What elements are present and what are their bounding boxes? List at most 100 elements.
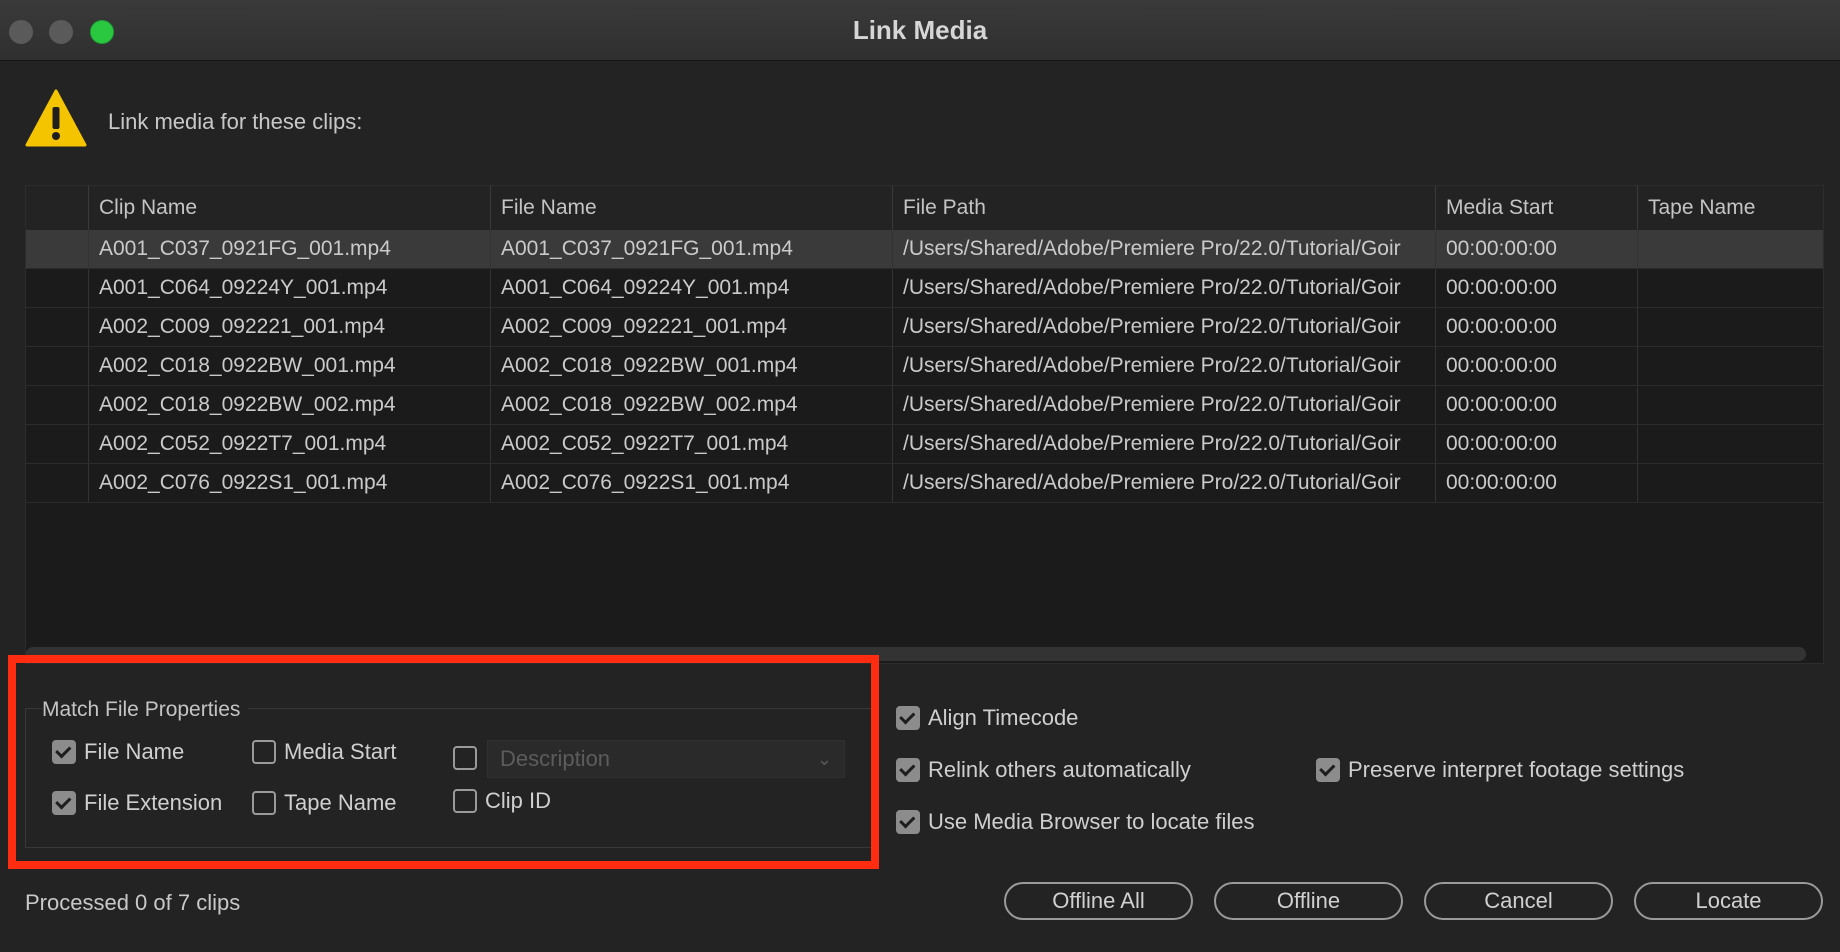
file-name-cell: A002_C018_0922BW_001.mp4 [490, 347, 892, 385]
table-body: A001_C037_0921FG_001.mp4 A001_C037_0921FG… [26, 230, 1823, 503]
clip-name-cell: A002_C009_092221_001.mp4 [88, 308, 490, 346]
media-start-cell: 00:00:00:00 [1435, 464, 1637, 502]
row-index-cell [26, 425, 88, 463]
clip-name-cell: A001_C037_0921FG_001.mp4 [88, 230, 490, 268]
column-header-clip-name[interactable]: Clip Name [88, 186, 490, 230]
checkbox-label: Media Start [284, 739, 397, 764]
media-start-cell: 00:00:00:00 [1435, 269, 1637, 307]
tape-name-cell [1637, 230, 1823, 268]
tape-name-cell [1637, 464, 1823, 502]
tape-name-cell [1637, 308, 1823, 346]
checkbox-label: Align Timecode [928, 705, 1079, 730]
dropdown-value: Description [500, 746, 611, 771]
media-start-cell: 00:00:00:00 [1435, 230, 1637, 268]
tape-name-checkbox[interactable]: Tape Name [252, 788, 397, 818]
file-name-cell: A002_C009_092221_001.mp4 [490, 308, 892, 346]
offline-all-button[interactable]: Offline All [1004, 882, 1193, 920]
align-timecode-checkbox[interactable]: Align Timecode [896, 703, 1078, 733]
checkbox-box[interactable] [453, 746, 477, 770]
clip-name-cell: A002_C018_0922BW_001.mp4 [88, 347, 490, 385]
table-row[interactable]: A002_C009_092221_001.mp4 A002_C009_092221… [26, 308, 1823, 347]
clip-name-cell: A002_C076_0922S1_001.mp4 [88, 464, 490, 502]
row-index-cell [26, 464, 88, 502]
column-header-media-start[interactable]: Media Start [1435, 186, 1637, 230]
title-bar: Link Media [0, 0, 1840, 61]
description-dropdown: Description ⌄ [487, 740, 845, 778]
file-path-cell: /Users/Shared/Adobe/Premiere Pro/22.0/Tu… [892, 464, 1435, 502]
clips-table: Clip Name File Name File Path Media Star… [25, 185, 1824, 664]
file-name-cell: A002_C018_0922BW_002.mp4 [490, 386, 892, 424]
media-start-cell: 00:00:00:00 [1435, 347, 1637, 385]
cancel-button[interactable]: Cancel [1424, 882, 1613, 920]
column-header-index[interactable] [26, 186, 88, 230]
checkbox-box[interactable] [896, 706, 920, 730]
checkbox-box[interactable] [896, 810, 920, 834]
table-row[interactable]: A002_C076_0922S1_001.mp4 A002_C076_0922S1… [26, 464, 1823, 503]
file-extension-checkbox[interactable]: File Extension [52, 788, 222, 818]
row-index-cell [26, 347, 88, 385]
checkbox-box[interactable] [52, 791, 76, 815]
clip-name-cell: A001_C064_09224Y_001.mp4 [88, 269, 490, 307]
table-row[interactable]: A001_C037_0921FG_001.mp4 A001_C037_0921FG… [26, 230, 1823, 269]
table-row[interactable]: A002_C018_0922BW_001.mp4 A002_C018_0922BW… [26, 347, 1823, 386]
checkbox-box[interactable] [52, 740, 76, 764]
file-path-cell: /Users/Shared/Adobe/Premiere Pro/22.0/Tu… [892, 269, 1435, 307]
file-path-cell: /Users/Shared/Adobe/Premiere Pro/22.0/Tu… [892, 386, 1435, 424]
locate-button[interactable]: Locate [1634, 882, 1823, 920]
checkbox-label: Relink others automatically [928, 757, 1191, 782]
table-row[interactable]: A002_C052_0922T7_001.mp4 A002_C052_0922T7… [26, 425, 1823, 464]
media-start-cell: 00:00:00:00 [1435, 386, 1637, 424]
offline-button[interactable]: Offline [1214, 882, 1403, 920]
description-checkbox[interactable] [453, 743, 485, 773]
column-header-file-name[interactable]: File Name [490, 186, 892, 230]
table-row[interactable]: A001_C064_09224Y_001.mp4 A001_C064_09224Y… [26, 269, 1823, 308]
row-index-cell [26, 269, 88, 307]
match-file-properties-title: Match File Properties [42, 698, 249, 722]
checkbox-label: Tape Name [284, 790, 397, 815]
warning-icon [25, 89, 87, 147]
file-path-cell: /Users/Shared/Adobe/Premiere Pro/22.0/Tu… [892, 230, 1435, 268]
clip-name-cell: A002_C018_0922BW_002.mp4 [88, 386, 490, 424]
file-name-cell: A001_C037_0921FG_001.mp4 [490, 230, 892, 268]
clip-name-cell: A002_C052_0922T7_001.mp4 [88, 425, 490, 463]
checkbox-label: File Extension [84, 790, 223, 815]
checkbox-box[interactable] [252, 791, 276, 815]
use-media-browser-checkbox[interactable]: Use Media Browser to locate files [896, 807, 1254, 837]
row-index-cell [26, 230, 88, 268]
table-row[interactable]: A002_C018_0922BW_002.mp4 A002_C018_0922BW… [26, 386, 1823, 425]
column-header-file-path[interactable]: File Path [892, 186, 1435, 230]
file-name-cell: A001_C064_09224Y_001.mp4 [490, 269, 892, 307]
file-path-cell: /Users/Shared/Adobe/Premiere Pro/22.0/Tu… [892, 347, 1435, 385]
horizontal-scrollbar[interactable] [26, 647, 1806, 661]
media-start-checkbox[interactable]: Media Start [252, 737, 397, 767]
tape-name-cell [1637, 386, 1823, 424]
media-start-cell: 00:00:00:00 [1435, 308, 1637, 346]
tape-name-cell [1637, 269, 1823, 307]
file-path-cell: /Users/Shared/Adobe/Premiere Pro/22.0/Tu… [892, 308, 1435, 346]
column-header-tape-name[interactable]: Tape Name [1637, 186, 1823, 230]
link-media-dialog: Link media for these clips: Clip Name Fi… [0, 61, 1840, 952]
checkbox-box[interactable] [252, 740, 276, 764]
checkbox-label: Clip ID [485, 788, 552, 813]
file-name-checkbox[interactable]: File Name [52, 737, 184, 767]
status-text: Processed 0 of 7 clips [25, 890, 241, 915]
media-start-cell: 00:00:00:00 [1435, 425, 1637, 463]
checkbox-label: Preserve interpret footage settings [1348, 757, 1685, 782]
preserve-interpret-checkbox[interactable]: Preserve interpret footage settings [1316, 755, 1684, 785]
row-index-cell [26, 308, 88, 346]
checkbox-box[interactable] [453, 789, 477, 813]
prompt-text: Link media for these clips: [108, 109, 363, 134]
relink-others-checkbox[interactable]: Relink others automatically [896, 755, 1191, 785]
tape-name-cell [1637, 347, 1823, 385]
file-name-cell: A002_C052_0922T7_001.mp4 [490, 425, 892, 463]
checkbox-label: Use Media Browser to locate files [928, 809, 1255, 834]
file-name-cell: A002_C076_0922S1_001.mp4 [490, 464, 892, 502]
table-header: Clip Name File Name File Path Media Star… [26, 186, 1823, 230]
chevron-down-icon: ⌄ [816, 749, 832, 769]
clip-id-checkbox[interactable]: Clip ID [453, 786, 551, 816]
checkbox-box[interactable] [896, 758, 920, 782]
file-path-cell: /Users/Shared/Adobe/Premiere Pro/22.0/Tu… [892, 425, 1435, 463]
checkbox-box[interactable] [1316, 758, 1340, 782]
checkbox-label: File Name [84, 739, 185, 764]
window-title: Link Media [852, 15, 988, 45]
